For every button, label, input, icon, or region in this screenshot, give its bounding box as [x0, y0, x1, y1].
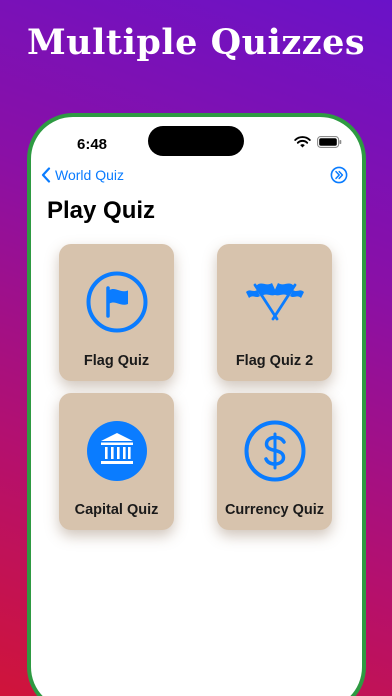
dollar-circle-icon — [243, 419, 307, 483]
flag-circle-icon — [85, 270, 149, 334]
capital-quiz-tile[interactable]: Capital Quiz — [59, 393, 174, 530]
currency-quiz-tile[interactable]: Currency Quiz — [217, 393, 332, 530]
tile-label: Flag Quiz — [83, 353, 150, 369]
bank-building-icon — [85, 419, 149, 483]
flag-quiz-tile[interactable]: Flag Quiz — [59, 244, 174, 381]
quiz-grid: Flag Quiz Flag Quiz 2 Capital Quiz Curre… — [31, 117, 362, 696]
crossed-flags-icon — [243, 270, 307, 334]
flag-quiz-2-tile[interactable]: Flag Quiz 2 — [217, 244, 332, 381]
phone-screen: 6:48 World Quiz Play Quiz Flag Quiz Flag… — [31, 117, 362, 696]
tile-label: Currency Quiz — [224, 502, 325, 518]
headline: Multiple Quizzes — [26, 22, 366, 63]
phone-frame: 6:48 World Quiz Play Quiz Flag Quiz Flag… — [27, 113, 366, 696]
tile-label: Flag Quiz 2 — [235, 353, 314, 369]
tile-label: Capital Quiz — [74, 502, 159, 518]
